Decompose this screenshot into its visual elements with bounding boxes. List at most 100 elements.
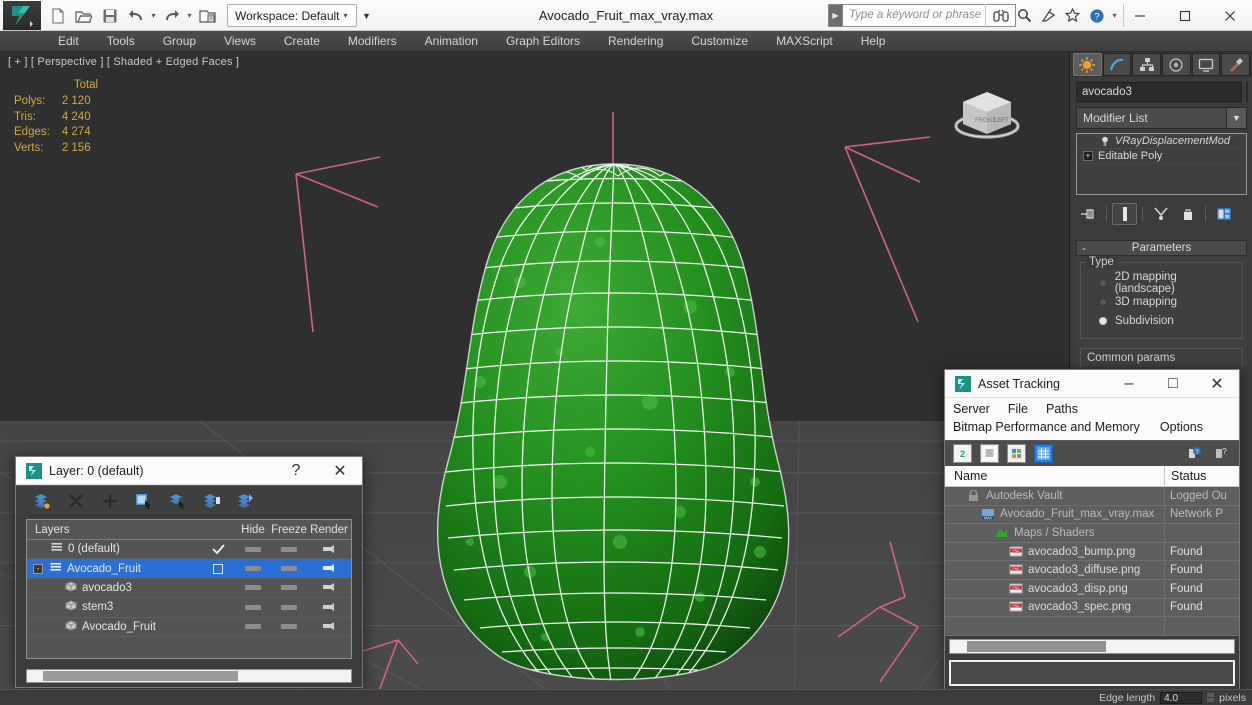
freeze-toggle[interactable]	[271, 604, 307, 610]
motion-tab[interactable]	[1162, 53, 1191, 76]
column-header-name[interactable]: Name	[945, 466, 1164, 486]
hide-toggle[interactable]	[235, 546, 271, 552]
render-toggle[interactable]	[307, 563, 351, 574]
freeze-toggle[interactable]	[271, 624, 307, 630]
freeze-toggle[interactable]	[271, 585, 307, 591]
column-header-hide[interactable]: Hide	[235, 524, 271, 536]
asset-horizontal-scrollbar[interactable]	[949, 638, 1235, 654]
checkbox-icon[interactable]	[213, 563, 223, 574]
column-header-status[interactable]: Status	[1164, 466, 1239, 486]
radio-2d-mapping[interactable]: 2D mapping (landscape)	[1087, 271, 1236, 295]
select-objects-icon[interactable]	[134, 491, 154, 511]
close-button[interactable]	[1207, 0, 1252, 31]
hide-toggle[interactable]	[235, 624, 271, 630]
current-layer-checkmark[interactable]	[201, 544, 235, 555]
layer-help-button[interactable]: ?	[274, 457, 318, 485]
view-cube-icon[interactable]: FRONT LEFT	[947, 80, 1027, 152]
menu-item-rendering[interactable]: Rendering	[594, 31, 677, 52]
modifier-list-dropdown[interactable]: Modifier List ▼	[1076, 107, 1247, 129]
asset-tracking-grid[interactable]: Name Status Autodesk Vault Logged Ou MAX	[945, 466, 1239, 636]
rollout-collapse-icon[interactable]: -	[1082, 241, 1086, 255]
asset-menu-file[interactable]: File	[1008, 400, 1028, 418]
modifier-stack-item-vraydisplacement[interactable]: VRayDisplacementMod	[1077, 134, 1246, 149]
asset-menu-bitmap-performance[interactable]: Bitmap Performance and Memory	[953, 418, 1140, 436]
menu-item-create[interactable]: Create	[270, 31, 334, 52]
layer-row-avocado-fruit[interactable]: - Avocado_Fruit	[27, 559, 351, 579]
table-row[interactable]: PNG avocado3_diffuse.png Found	[945, 561, 1239, 580]
undo-icon[interactable]	[123, 4, 148, 28]
magnifier-icon[interactable]	[1014, 5, 1035, 26]
chevron-down-icon[interactable]: ▼	[1226, 108, 1246, 128]
modifier-stack[interactable]: VRayDisplacementMod + Editable Poly	[1076, 133, 1247, 195]
new-file-icon[interactable]	[45, 4, 70, 28]
create-tab[interactable]	[1073, 53, 1102, 76]
render-toggle[interactable]	[307, 621, 351, 632]
edge-length-value[interactable]: 4.0	[1160, 691, 1203, 704]
asset-minimize-button[interactable]: –	[1107, 370, 1151, 398]
freeze-toggle[interactable]	[271, 566, 307, 572]
app-logo-icon[interactable]	[3, 1, 41, 30]
layer-horizontal-scrollbar[interactable]	[26, 669, 352, 683]
redo-dropdown-icon[interactable]: ▾	[185, 4, 194, 28]
hierarchy-tab[interactable]	[1132, 53, 1162, 76]
display-tab[interactable]	[1191, 53, 1221, 76]
hide-toggle[interactable]	[235, 585, 271, 591]
common-params-group[interactable]: Common params	[1080, 348, 1243, 367]
menu-item-help[interactable]: Help	[847, 31, 900, 52]
layer-row-avocado3[interactable]: avocado3	[27, 579, 351, 599]
asset-menu-server[interactable]: Server	[953, 400, 990, 418]
menu-item-graph-editors[interactable]: Graph Editors	[492, 31, 594, 52]
add-to-layer-icon[interactable]	[202, 491, 222, 511]
configure-sets-icon[interactable]	[1211, 203, 1236, 225]
list-view-icon[interactable]	[980, 444, 999, 463]
show-end-result-icon[interactable]	[1112, 203, 1137, 225]
asset-tracking-window[interactable]: Asset Tracking – □ ✕ Server File Paths B…	[944, 369, 1240, 695]
utilities-tab[interactable]	[1221, 53, 1251, 76]
table-row[interactable]: PNG avocado3_spec.png Found	[945, 598, 1239, 618]
menu-item-modifiers[interactable]: Modifiers	[334, 31, 411, 52]
table-row-empty[interactable]	[945, 617, 1239, 636]
layer-row-default[interactable]: 0 (default)	[27, 540, 351, 560]
redo-icon[interactable]	[159, 4, 184, 28]
table-row[interactable]: PNG avocado3_disp.png Found	[945, 579, 1239, 599]
menu-item-views[interactable]: Views	[210, 31, 270, 52]
viewport-label[interactable]: [ + ] [ Perspective ] [ Shaded + Edged F…	[8, 56, 239, 68]
layer-table[interactable]: Layers Hide Freeze Render 0 (default) - …	[26, 519, 352, 659]
make-unique-icon[interactable]	[1148, 203, 1173, 225]
menu-item-maxscript[interactable]: MAXScript	[762, 31, 847, 52]
select-highlight-icon[interactable]	[168, 491, 188, 511]
hide-toggle[interactable]	[235, 604, 271, 610]
new-layer-icon[interactable]	[32, 491, 52, 511]
column-header-freeze[interactable]: Freeze	[271, 524, 307, 536]
render-toggle[interactable]	[307, 582, 351, 593]
render-toggle[interactable]	[307, 602, 351, 613]
pin-stack-icon[interactable]	[1076, 203, 1101, 225]
asset-status-field[interactable]	[949, 659, 1235, 686]
menu-item-animation[interactable]: Animation	[411, 31, 492, 52]
parameters-rollout-header[interactable]: - Parameters	[1076, 240, 1247, 256]
thumbnail-view-icon[interactable]	[1007, 444, 1026, 463]
column-header-layers[interactable]: Layers	[27, 524, 201, 536]
freeze-toggle[interactable]	[271, 546, 307, 552]
modifier-stack-item-editable-poly[interactable]: + Editable Poly	[1077, 149, 1246, 164]
table-row[interactable]: PNG avocado3_bump.png Found	[945, 542, 1239, 562]
table-row[interactable]: Maps / Shaders	[945, 524, 1239, 543]
workspace-dropdown-icon[interactable]: ▼	[358, 4, 376, 27]
expand-plus-icon[interactable]: +	[1083, 151, 1093, 161]
column-header-render[interactable]: Render	[307, 524, 351, 536]
remove-modifier-icon[interactable]	[1175, 203, 1200, 225]
menu-item-tools[interactable]: Tools	[93, 31, 149, 52]
layer-close-button[interactable]: ✕	[318, 457, 362, 485]
object-color-swatch[interactable]	[1246, 82, 1248, 102]
project-folder-icon[interactable]	[195, 4, 220, 28]
asset-maximize-button[interactable]: □	[1151, 370, 1195, 398]
satellite-icon[interactable]	[1038, 5, 1059, 26]
search-binoculars-icon[interactable]	[990, 5, 1011, 26]
lightbulb-icon[interactable]	[1099, 136, 1110, 147]
edge-length-spinner[interactable]	[1207, 693, 1215, 702]
star-icon[interactable]	[1062, 5, 1083, 26]
asset-menu-options[interactable]: Options	[1160, 418, 1203, 436]
menu-item-customize[interactable]: Customize	[677, 31, 762, 52]
layer-row-stem3[interactable]: stem3	[27, 598, 351, 618]
context-help-icon[interactable]: ?	[1212, 444, 1231, 463]
